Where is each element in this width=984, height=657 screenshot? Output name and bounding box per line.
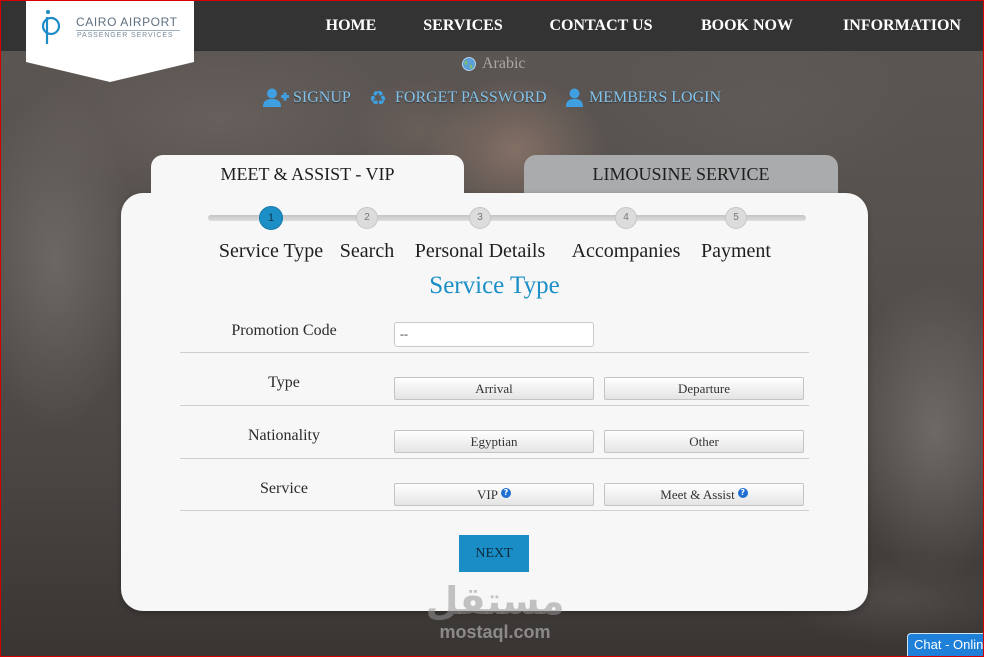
nav-contact-us[interactable]: CONTACT US bbox=[541, 0, 661, 52]
tab-limousine-service[interactable]: LIMOUSINE SERVICE bbox=[524, 155, 838, 193]
language-switch[interactable]: Arabic bbox=[462, 55, 526, 73]
signup-label: SIGNUP bbox=[293, 89, 351, 106]
step-3-indicator: 3 bbox=[469, 207, 491, 229]
service-label: Service bbox=[260, 480, 308, 497]
logo-subtitle: PASSENGER SERVICES bbox=[77, 32, 174, 39]
user-plus-icon bbox=[263, 88, 289, 107]
row-divider bbox=[180, 510, 809, 511]
cairo-airport-p-icon bbox=[41, 10, 61, 44]
logo-title: CAIRO AIRPORT bbox=[76, 15, 178, 29]
nav-services[interactable]: SERVICES bbox=[413, 0, 513, 52]
step-5-indicator: 5 bbox=[725, 207, 747, 229]
signup-link[interactable]: SIGNUP bbox=[263, 86, 351, 110]
forget-password-label: FORGET PASSWORD bbox=[395, 89, 547, 106]
language-label: Arabic bbox=[482, 55, 526, 72]
recycle-icon bbox=[368, 86, 388, 110]
forget-password-link[interactable]: FORGET PASSWORD bbox=[368, 86, 547, 110]
type-label: Type bbox=[268, 374, 300, 391]
logo-divider bbox=[76, 30, 180, 31]
row-divider bbox=[180, 352, 809, 353]
booking-panel: 1 2 3 4 5 Service Type Search Personal D… bbox=[121, 193, 868, 611]
next-button[interactable]: NEXT bbox=[459, 535, 529, 572]
form-title: Service Type bbox=[429, 272, 560, 299]
step-5-label: Payment bbox=[701, 240, 771, 262]
departure-button[interactable]: Departure bbox=[604, 377, 804, 400]
meet-assist-button-label: Meet & Assist bbox=[660, 486, 735, 502]
members-login-label: MEMBERS LOGIN bbox=[589, 89, 722, 106]
chat-online-button[interactable]: Chat - Onlin bbox=[907, 633, 984, 657]
question-circle-icon[interactable] bbox=[737, 487, 748, 498]
arrival-button[interactable]: Arrival bbox=[394, 377, 594, 400]
nav-book-now[interactable]: BOOK NOW bbox=[692, 0, 802, 52]
other-nationality-button[interactable]: Other bbox=[604, 430, 804, 453]
progress-track bbox=[208, 215, 806, 221]
nav-information[interactable]: INFORMATION bbox=[837, 0, 967, 52]
vip-button-label: VIP bbox=[477, 486, 498, 502]
page: HOME SERVICES CONTACT US BOOK NOW INFORM… bbox=[0, 0, 984, 657]
nationality-label: Nationality bbox=[248, 427, 320, 444]
egyptian-button-label: Egyptian bbox=[470, 433, 518, 449]
vip-button[interactable]: VIP bbox=[394, 483, 594, 506]
row-divider bbox=[180, 405, 809, 406]
arrival-button-label: Arrival bbox=[475, 380, 513, 396]
globe-icon bbox=[462, 57, 476, 71]
tab-meet-assist-vip[interactable]: MEET & ASSIST - VIP bbox=[151, 155, 464, 201]
egyptian-button[interactable]: Egyptian bbox=[394, 430, 594, 453]
meet-assist-button[interactable]: Meet & Assist bbox=[604, 483, 804, 506]
question-circle-icon[interactable] bbox=[500, 487, 511, 498]
row-divider bbox=[180, 458, 809, 459]
departure-button-label: Departure bbox=[678, 380, 730, 396]
chat-label: Chat - Onlin bbox=[914, 637, 984, 652]
tab-limousine-service-label: LIMOUSINE SERVICE bbox=[592, 164, 770, 184]
promotion-code-label: Promotion Code bbox=[231, 322, 337, 339]
step-2-indicator: 2 bbox=[356, 207, 378, 229]
other-nationality-button-label: Other bbox=[689, 433, 719, 449]
members-login-link[interactable]: MEMBERS LOGIN bbox=[566, 86, 721, 110]
nav-home[interactable]: HOME bbox=[311, 0, 391, 52]
promotion-code-input[interactable] bbox=[394, 322, 594, 347]
step-4-indicator: 4 bbox=[615, 207, 637, 229]
tab-meet-assist-vip-label: MEET & ASSIST - VIP bbox=[220, 164, 395, 184]
step-3-label: Personal Details bbox=[414, 240, 546, 262]
step-1-indicator: 1 bbox=[259, 206, 283, 230]
user-icon bbox=[566, 88, 583, 107]
